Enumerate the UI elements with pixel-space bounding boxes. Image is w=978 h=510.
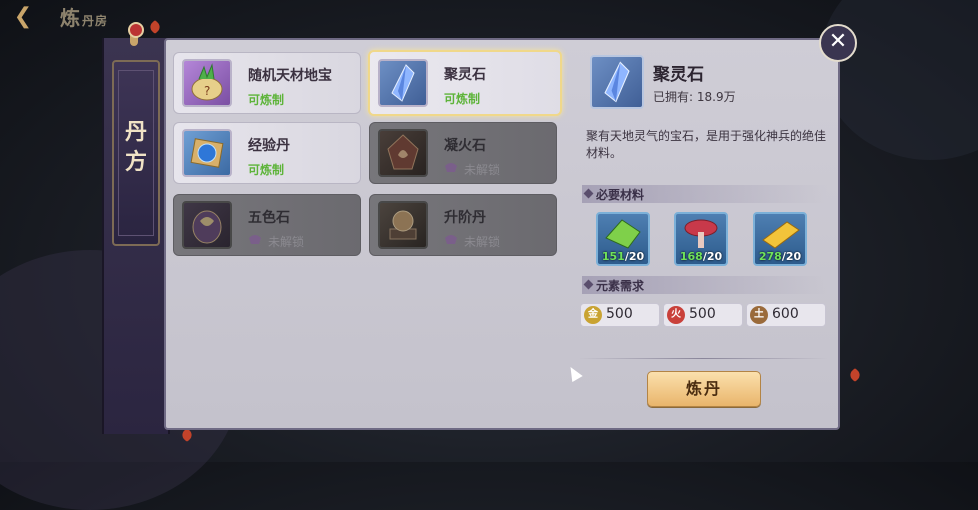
gold-bar-icon bbox=[762, 221, 800, 249]
fire-element-icon: 火 bbox=[667, 306, 685, 324]
recipe-card-locked[interactable]: 五色石 未解锁 bbox=[173, 194, 361, 256]
lock-icon bbox=[445, 235, 457, 244]
recipe-card[interactable]: 经验丹 可炼制 bbox=[173, 122, 361, 184]
materials-header-label: 必要材料 bbox=[596, 188, 645, 202]
recipe-status: 可炼制 bbox=[248, 163, 285, 177]
recipe-card-locked[interactable]: 凝火石 未解锁 bbox=[369, 122, 557, 184]
page-title-main: 炼 bbox=[60, 6, 82, 30]
page-title-sub: 丹房 bbox=[82, 14, 109, 28]
material-count: 278/20 bbox=[755, 250, 805, 263]
page-title: 炼丹房 bbox=[60, 2, 108, 31]
maple-leaf-icon bbox=[847, 367, 863, 383]
element-requirement-fire: 火 500 bbox=[663, 303, 743, 327]
recipe-name: 五色石 bbox=[248, 210, 290, 226]
material-have: 278 bbox=[758, 250, 782, 263]
recipe-name: 凝火石 bbox=[444, 138, 486, 154]
recipe-name: 聚灵石 bbox=[444, 67, 486, 83]
material-count: 151/20 bbox=[598, 250, 648, 263]
material-slot[interactable]: 278/20 bbox=[753, 212, 807, 266]
lock-icon bbox=[445, 163, 457, 172]
elements-header: 元素需求 bbox=[582, 276, 827, 294]
banner-pin-knob bbox=[128, 22, 144, 38]
exp-pill-icon bbox=[182, 129, 232, 177]
diamond-icon bbox=[583, 279, 594, 290]
tab-recipes-label: 丹 方 bbox=[114, 118, 158, 178]
recipe-status: 未解锁 bbox=[268, 235, 305, 249]
tab-label-line2: 方 bbox=[124, 150, 147, 175]
close-icon[interactable]: ✕ bbox=[819, 24, 857, 62]
material-slot[interactable]: 151/20 bbox=[596, 212, 650, 266]
material-have: 168 bbox=[679, 250, 703, 263]
materials-header: 必要材料 bbox=[582, 185, 827, 203]
five-color-stone-icon bbox=[182, 201, 232, 249]
material-need: /20 bbox=[624, 250, 645, 263]
tab-label-line1: 丹 bbox=[124, 120, 147, 145]
recipe-card-selected[interactable]: 聚灵石 可炼制 bbox=[368, 50, 562, 116]
recipe-status: 可炼制 bbox=[444, 92, 481, 106]
recipe-status: 未解锁 bbox=[464, 163, 501, 177]
material-need: /20 bbox=[702, 250, 723, 263]
element-requirement-metal: 金 500 bbox=[580, 303, 660, 327]
ascension-pill-icon bbox=[378, 201, 428, 249]
material-slot[interactable]: 168/20 bbox=[674, 212, 728, 266]
recipe-name: 升阶丹 bbox=[444, 210, 486, 226]
material-have: 151 bbox=[601, 250, 625, 263]
recipe-card-locked[interactable]: 升阶丹 未解锁 bbox=[369, 194, 557, 256]
tab-recipes[interactable]: 丹 方 bbox=[112, 60, 160, 246]
item-name: 聚灵石 bbox=[653, 65, 704, 85]
spirit-crystal-icon bbox=[590, 55, 644, 109]
recipe-name: 随机天材地宝 bbox=[248, 68, 332, 84]
divider bbox=[578, 358, 828, 359]
herb-pouch-icon: ? bbox=[182, 59, 232, 107]
recipe-status: 可炼制 bbox=[248, 93, 285, 107]
recipe-status: 未解锁 bbox=[464, 235, 501, 249]
diamond-icon bbox=[583, 188, 594, 199]
owned-count: 已拥有: 18.9万 bbox=[653, 90, 736, 104]
recipe-card[interactable]: ? 随机天材地宝 可炼制 bbox=[173, 52, 361, 114]
element-requirement-earth: 土 600 bbox=[746, 303, 826, 327]
earth-element-icon: 土 bbox=[750, 306, 768, 324]
lock-icon bbox=[249, 235, 261, 244]
element-value: 600 bbox=[772, 306, 799, 322]
element-value: 500 bbox=[689, 306, 716, 322]
recipe-name: 经验丹 bbox=[248, 138, 290, 154]
green-crystal-icon bbox=[605, 219, 641, 249]
svg-text:?: ? bbox=[204, 84, 210, 98]
metal-element-icon: 金 bbox=[584, 306, 602, 324]
material-count: 168/20 bbox=[676, 250, 726, 263]
element-value: 500 bbox=[606, 306, 633, 322]
red-mushroom-icon bbox=[684, 219, 718, 248]
fire-stone-icon bbox=[378, 129, 428, 177]
elements-header-label: 元素需求 bbox=[596, 279, 645, 293]
back-arrow-icon[interactable]: ❮ bbox=[6, 4, 40, 30]
spirit-crystal-icon bbox=[378, 59, 428, 107]
craft-button[interactable]: 炼丹 bbox=[647, 371, 761, 407]
material-need: /20 bbox=[781, 250, 802, 263]
item-description: 聚有天地灵气的宝石，是用于强化神兵的绝佳材料。 bbox=[586, 129, 827, 160]
